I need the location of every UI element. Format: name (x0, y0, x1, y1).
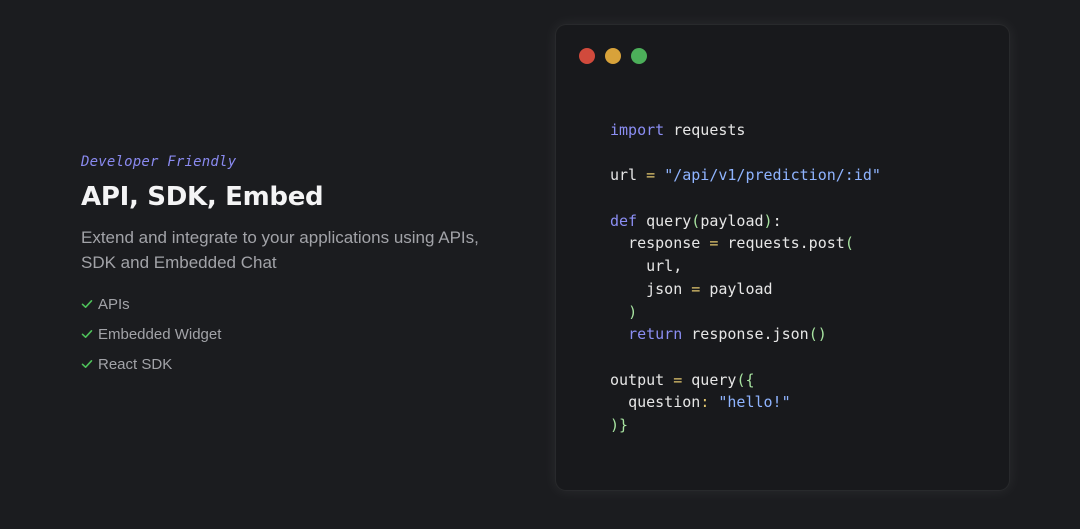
code-token: import (610, 121, 665, 139)
code-token: question (628, 393, 701, 412)
code-token: () (808, 325, 827, 344)
maximize-dot (631, 48, 647, 64)
code-token: ({ (736, 370, 755, 389)
code-window: import requests url = "/api/v1/prediction… (556, 25, 1009, 490)
section-description: Extend and integrate to your application… (81, 228, 479, 272)
code-token: url, (646, 257, 683, 276)
feature-item-apis: APIs (81, 289, 501, 319)
check-icon (81, 298, 93, 310)
page: Developer Friendly API, SDK, Embed Exten… (0, 0, 1080, 529)
code-token: payload (700, 211, 764, 230)
section-eyebrow: Developer Friendly (81, 154, 237, 170)
code-token: requests.post (718, 234, 845, 253)
section-title: API, SDK, Embed (81, 182, 324, 212)
code-token: response (628, 234, 710, 253)
code-token: response.json (682, 325, 809, 344)
code-line: question: "hello!" (610, 391, 881, 414)
code-line: return response.json() (610, 323, 881, 346)
code-line: ) (610, 301, 881, 324)
check-icon (81, 358, 93, 370)
code-token: output (610, 370, 674, 389)
minimize-dot (605, 48, 621, 64)
code-token: query (682, 370, 737, 389)
code-token: requests (664, 121, 746, 139)
code-token: query (637, 211, 692, 230)
code-line: url = "/api/v1/prediction/:id" (610, 164, 881, 187)
code-token: ( (844, 234, 854, 253)
window-controls (579, 48, 647, 64)
code-line: import requests (610, 119, 881, 142)
code-token: payload (700, 279, 773, 298)
code-token: )} (610, 415, 629, 434)
code-token: "/api/v1/prediction/:id" (664, 166, 881, 185)
code-token: ) (763, 211, 773, 230)
code-line: )} (610, 414, 881, 437)
code-token: : (700, 393, 710, 412)
feature-label: React SDK (98, 355, 173, 373)
feature-label: APIs (98, 295, 130, 313)
code-token: url (610, 166, 647, 185)
feature-section: Developer Friendly API, SDK, Embed Exten… (81, 150, 501, 379)
code-token: def (610, 211, 638, 230)
code-line: url, (610, 255, 881, 278)
code-line: json = payload (610, 278, 881, 301)
code-token: "hello!" (718, 393, 791, 412)
code-token: ) (628, 302, 638, 321)
code-token: ( (691, 211, 701, 230)
code-token: : (772, 211, 782, 230)
code-token: = (646, 166, 656, 185)
code-line: def query(payload): (610, 210, 881, 233)
code-line: output = query({ (610, 369, 881, 392)
feature-label: Embedded Widget (98, 325, 222, 343)
code-block: import requests url = "/api/v1/prediction… (610, 119, 881, 437)
check-icon (81, 328, 93, 340)
code-line: response = requests.post( (610, 232, 881, 255)
code-token: = (673, 370, 683, 389)
feature-item-embedded-widget: Embedded Widget (81, 319, 501, 349)
feature-item-react-sdk: React SDK (81, 349, 501, 379)
feature-list: APIs Embedded Widget React SDK (81, 289, 501, 379)
code-token: = (691, 279, 701, 298)
code-token: return (628, 325, 683, 344)
code-token: json (646, 279, 692, 298)
close-dot (579, 48, 595, 64)
